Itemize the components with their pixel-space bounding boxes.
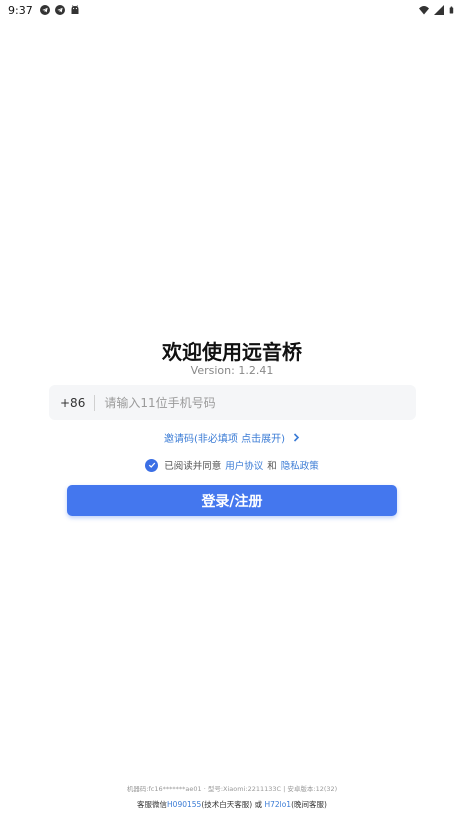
battery-icon: [449, 6, 454, 14]
version-label: Version: 1.2.41: [190, 364, 274, 377]
status-bar: 9:37: [0, 0, 464, 20]
support-info: 客服微信H090155(技术白天客服) 或 H72lo1(晚间客服): [0, 799, 464, 810]
divider: [94, 394, 96, 411]
support-prefix: 客服微信: [137, 800, 168, 809]
page-title: 欢迎使用远音桥: [162, 340, 302, 364]
status-left: 9:37: [8, 4, 80, 17]
support-wechat-2[interactable]: H72lo1: [264, 800, 291, 809]
signal-icon: [434, 5, 444, 15]
telegram-icon: [39, 5, 50, 15]
android-icon: [71, 5, 79, 14]
support-wechat-1[interactable]: H090155: [167, 800, 201, 809]
privacy-policy-link[interactable]: 隐私政策: [281, 458, 319, 472]
login-register-button[interactable]: 登录/注册: [67, 485, 397, 516]
status-time: 9:37: [8, 3, 33, 17]
wifi-icon: [419, 6, 429, 15]
telegram-icon: [54, 5, 65, 15]
agreement-row: 已阅读并同意 用户协议 和 隐私政策: [0, 458, 464, 472]
check-icon: [148, 462, 156, 468]
user-agreement-link[interactable]: 用户协议: [225, 458, 263, 472]
invite-code-toggle[interactable]: 邀请码(非必填项 点击展开): [0, 430, 464, 445]
device-info: 机器码:fc16*******ae01 · 型号:Xiaomi:2211133C…: [126, 785, 338, 793]
invite-code-label: 邀请码(非必填项 点击展开): [164, 434, 285, 445]
agreement-and: 和: [267, 461, 277, 472]
support-or: 或: [254, 800, 263, 809]
phone-input-box[interactable]: +86: [49, 385, 416, 420]
chevron-right-icon: [293, 433, 300, 442]
country-code[interactable]: +86: [60, 396, 85, 410]
support-wechat-2-note: (晚间客服): [291, 800, 327, 809]
agree-checkbox[interactable]: [145, 458, 159, 472]
phone-input[interactable]: [104, 395, 365, 410]
support-wechat-1-note: (技术白天客服): [201, 800, 253, 809]
status-right: [419, 5, 456, 15]
agreement-prefix: 已阅读并同意: [164, 461, 222, 472]
